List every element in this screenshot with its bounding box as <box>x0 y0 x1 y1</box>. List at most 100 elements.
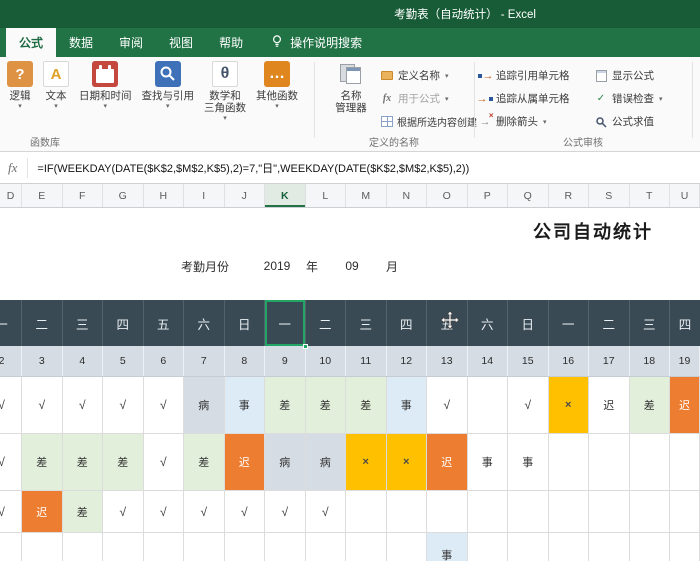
use-in-formula-button[interactable]: fx 用于公式 ▾ <box>380 87 477 110</box>
weekday-cell[interactable]: 五 <box>144 300 184 346</box>
cell[interactable] <box>386 533 427 561</box>
date-time-button[interactable]: 日期和时间 ▾ <box>74 61 137 110</box>
cell[interactable]: × <box>386 434 427 491</box>
weekday-cell[interactable]: 二 <box>22 300 63 346</box>
date-cell[interactable]: 6 <box>143 346 184 376</box>
date-cell[interactable]: 13 <box>427 346 468 376</box>
tab-review[interactable]: 审阅 <box>106 28 156 57</box>
column-header-D[interactable]: D <box>0 184 22 207</box>
remove-arrows-button[interactable]: → × 删除箭头 ▾ <box>478 110 570 133</box>
weekday-cell[interactable]: 六 <box>468 300 508 346</box>
text-button[interactable]: A 文本 ▾ <box>38 61 74 110</box>
fill-handle[interactable] <box>302 344 308 349</box>
selected-cell[interactable]: 一 <box>265 300 308 349</box>
cell[interactable]: 迟 <box>22 491 63 533</box>
math-trig-button[interactable]: θ 数学和 三角函数 ▾ <box>199 61 251 122</box>
column-header-H[interactable]: H <box>144 184 184 207</box>
cell[interactable]: 事 <box>427 533 468 561</box>
date-cell[interactable]: 19 <box>670 346 700 376</box>
date-cell[interactable]: 12 <box>386 346 427 376</box>
cell[interactable]: 差 <box>346 377 387 434</box>
column-header-K[interactable]: K <box>265 184 306 207</box>
cell[interactable]: √ <box>143 434 184 491</box>
column-header-U[interactable]: U <box>670 184 700 207</box>
cell[interactable] <box>670 533 700 561</box>
show-formulas-button[interactable]: 显示公式 <box>594 64 663 87</box>
tab-data[interactable]: 数据 <box>56 28 106 57</box>
cell[interactable]: √ <box>508 377 549 434</box>
cell[interactable]: √ <box>103 491 144 533</box>
tab-view[interactable]: 视图 <box>156 28 206 57</box>
column-header-F[interactable]: F <box>63 184 103 207</box>
month-cell[interactable]: 09 <box>340 257 364 275</box>
cell[interactable]: √ <box>0 434 22 491</box>
cell[interactable] <box>224 533 265 561</box>
weekday-cell[interactable]: 四 <box>670 300 700 346</box>
weekday-cell[interactable]: 三 <box>346 300 387 346</box>
name-manager-button[interactable]: 名称 管理器 <box>322 61 380 114</box>
evaluate-formula-button[interactable]: 公式求值 <box>594 110 663 133</box>
cell[interactable] <box>467 377 508 434</box>
cell[interactable] <box>467 533 508 561</box>
date-cell[interactable]: 15 <box>508 346 549 376</box>
weekday-cell[interactable]: 四 <box>103 300 144 346</box>
cell[interactable] <box>386 491 427 533</box>
cell[interactable]: √ <box>143 491 184 533</box>
cell[interactable] <box>670 434 700 491</box>
column-header-T[interactable]: T <box>630 184 670 207</box>
weekday-cell[interactable]: 二 <box>306 300 346 346</box>
date-cell[interactable]: 17 <box>589 346 630 376</box>
date-cell[interactable]: 5 <box>103 346 144 376</box>
date-cell[interactable]: 18 <box>629 346 670 376</box>
date-cell[interactable]: 8 <box>224 346 265 376</box>
date-cell[interactable]: 11 <box>346 346 387 376</box>
logic-button[interactable]: ? 逻辑 ▾ <box>2 61 38 110</box>
create-from-selection-button[interactable]: 根据所选内容创建 <box>380 110 477 133</box>
date-cell[interactable]: 2 <box>0 346 22 376</box>
cell[interactable]: 差 <box>184 434 225 491</box>
cell[interactable]: 差 <box>62 434 103 491</box>
column-header-P[interactable]: P <box>468 184 508 207</box>
cell[interactable]: √ <box>0 377 22 434</box>
cell[interactable]: 病 <box>184 377 225 434</box>
column-header-I[interactable]: I <box>184 184 225 207</box>
cell[interactable]: 事 <box>467 434 508 491</box>
cell[interactable] <box>103 533 144 561</box>
date-cell[interactable]: 14 <box>467 346 508 376</box>
cell[interactable] <box>346 491 387 533</box>
lookup-reference-button[interactable]: 查找与引用 ▾ <box>137 61 200 110</box>
cell[interactable] <box>305 533 346 561</box>
cell[interactable] <box>548 491 589 533</box>
cell[interactable]: 迟 <box>589 377 630 434</box>
cell[interactable]: 差 <box>22 434 63 491</box>
year-cell[interactable]: 2019 <box>257 257 297 275</box>
cell[interactable]: √ <box>184 491 225 533</box>
cell[interactable]: √ <box>427 377 468 434</box>
cell[interactable] <box>548 533 589 561</box>
weekday-cell[interactable]: 日 <box>225 300 265 346</box>
cell[interactable] <box>467 491 508 533</box>
cell[interactable]: √ <box>62 377 103 434</box>
cell[interactable] <box>0 533 22 561</box>
cell[interactable] <box>508 491 549 533</box>
cell[interactable]: 病 <box>305 434 346 491</box>
cell[interactable]: √ <box>305 491 346 533</box>
cell[interactable] <box>629 533 670 561</box>
cell[interactable] <box>589 491 630 533</box>
cell[interactable] <box>184 533 225 561</box>
cell[interactable] <box>589 434 630 491</box>
weekday-cell[interactable]: 一 <box>549 300 589 346</box>
tab-formulas[interactable]: 公式 <box>6 28 57 57</box>
trace-precedents-button[interactable]: → 追踪引用单元格 <box>477 64 570 87</box>
cell[interactable]: 迟 <box>427 434 468 491</box>
cell[interactable]: 差 <box>62 491 103 533</box>
cell[interactable]: √ <box>143 377 184 434</box>
formula-bar[interactable]: fx =IF(WEEKDAY(DATE($K$2,$M$2,K$5),2)=7,… <box>0 152 700 184</box>
cell[interactable]: 差 <box>265 377 306 434</box>
cell[interactable]: 事 <box>386 377 427 434</box>
cell[interactable] <box>629 491 670 533</box>
cell[interactable]: √ <box>103 377 144 434</box>
cell[interactable] <box>427 491 468 533</box>
cell[interactable] <box>265 533 306 561</box>
trace-dependents-button[interactable]: → 追踪从属单元格 <box>477 87 570 110</box>
